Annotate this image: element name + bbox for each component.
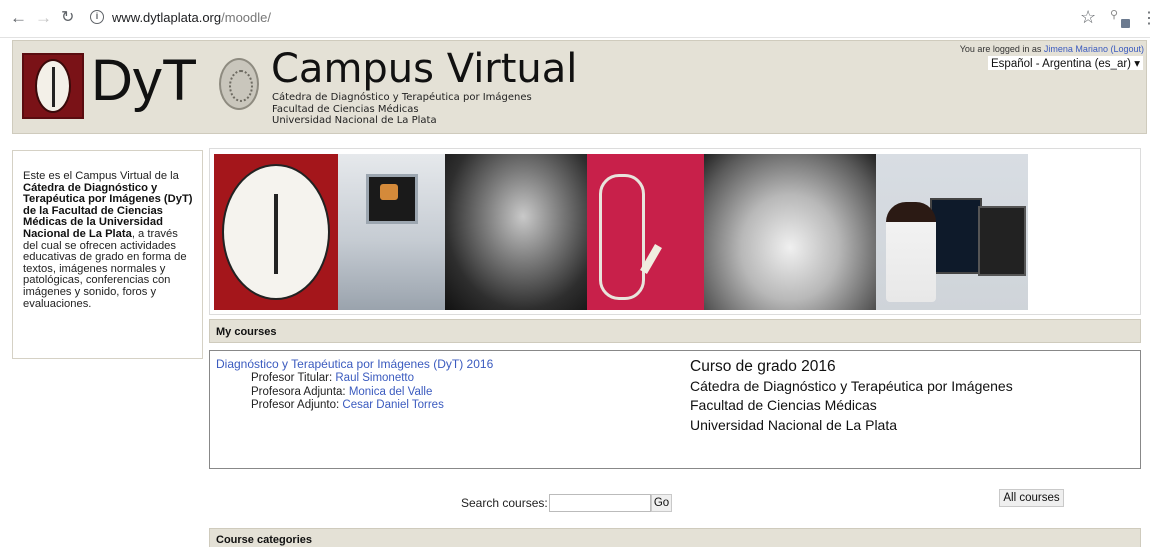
course-categories-heading: Course categories [209, 528, 1141, 547]
intro-text-end: , a través del cual se ofrecen actividad… [23, 227, 187, 310]
teacher-role: Profesor Adjunto: [251, 399, 343, 411]
go-button[interactable]: Go [651, 494, 672, 512]
teacher-role: Profesora Adjunta: [251, 385, 349, 398]
site-title: Campus Virtual [271, 46, 578, 92]
teacher-row: Profesor Titular: Raul Simonetto [251, 372, 444, 386]
dyt-logo-text: DyT [91, 48, 198, 113]
logout-link[interactable]: (Logout) [1110, 44, 1144, 54]
university-seal [219, 58, 259, 110]
login-info: You are logged in as Jimena Mariano (Log… [960, 44, 1144, 54]
banner-image [209, 148, 1141, 315]
search-courses-input[interactable] [549, 494, 651, 512]
info-icon[interactable]: i [90, 10, 104, 24]
forward-arrow-icon[interactable]: → [35, 9, 52, 27]
url-path: /moodle/ [221, 10, 271, 25]
menu-icon[interactable]: ⋮ [1141, 8, 1150, 28]
teacher-link[interactable]: Cesar Daniel Torres [342, 399, 443, 411]
extension-icon[interactable]: ⚲ [1110, 8, 1130, 28]
banner-radiologist-panel [876, 154, 1028, 310]
banner-mri-panel [445, 154, 587, 310]
subtitle-line: Cátedra de Diagnóstico y Terapéutica por… [272, 92, 532, 103]
all-courses-button[interactable]: All courses [999, 489, 1064, 507]
search-label: Search courses: [461, 496, 548, 510]
teacher-role: Profesor Titular: [251, 372, 336, 384]
summary-line: Universidad Nacional de La Plata [690, 416, 898, 433]
banner-ultrasound-panel [338, 154, 445, 310]
url-host: www.dytlaplata.org [112, 10, 222, 25]
teacher-row: Profesora Adjunta: Monica del Valle [251, 386, 444, 400]
course-teachers: Profesor Titular: Raul Simonetto Profeso… [251, 372, 444, 413]
teacher-link[interactable]: Raul Simonetto [335, 372, 414, 384]
course-summary: Curso de grado 2016 Cátedra de Diagnósti… [690, 357, 1013, 435]
reload-icon[interactable]: ↻ [61, 9, 74, 27]
summary-line: Curso de grado 2016 [690, 358, 836, 375]
star-icon[interactable]: ☆ [1080, 7, 1096, 28]
summary-line: Facultad de Ciencias Médicas [690, 397, 877, 413]
summary-line: Cátedra de Diagnóstico y Terapéutica por… [690, 377, 1013, 394]
site-header: DyT Campus Virtual Cátedra de Diagnóstic… [12, 40, 1147, 134]
address-bar[interactable]: www.dytlaplata.org/moodle/ [112, 10, 271, 25]
course-link[interactable]: Diagnóstico y Terapéutica por Imágenes (… [216, 357, 493, 371]
site-subtitle: Cátedra de Diagnóstico y Terapéutica por… [272, 92, 532, 127]
language-select[interactable]: Español - Argentina (es_ar) ▾ [988, 56, 1143, 70]
banner-catheter-panel [587, 154, 704, 310]
login-prefix: You are logged in as [959, 44, 1044, 54]
course-list: Diagnóstico y Terapéutica por Imágenes (… [209, 350, 1141, 469]
intro-block: Este es el Campus Virtual de la Cátedra … [12, 150, 203, 359]
language-value: Español - Argentina (es_ar) [991, 58, 1132, 70]
teacher-link[interactable]: Monica del Valle [349, 386, 433, 398]
chevron-down-icon: ▾ [1134, 58, 1140, 70]
teacher-row: Profesor Adjunto: Cesar Daniel Torres [251, 399, 444, 413]
my-courses-heading: My courses [209, 319, 1141, 343]
back-arrow-icon[interactable]: ← [10, 9, 27, 27]
browser-toolbar: ← → ↻ i www.dytlaplata.org/moodle/ ☆ ⚲ ⋮ [0, 0, 1150, 38]
faculty-logo [22, 53, 84, 119]
banner-xray-panel [704, 154, 876, 310]
subtitle-line: Facultad de Ciencias Médicas [272, 103, 419, 115]
user-profile-link[interactable]: Jimena Mariano [1044, 44, 1108, 54]
intro-text: Este es el Campus Virtual de la [23, 170, 179, 182]
subtitle-line: Universidad Nacional de La Plata [272, 115, 437, 126]
banner-seal-panel [214, 154, 338, 310]
